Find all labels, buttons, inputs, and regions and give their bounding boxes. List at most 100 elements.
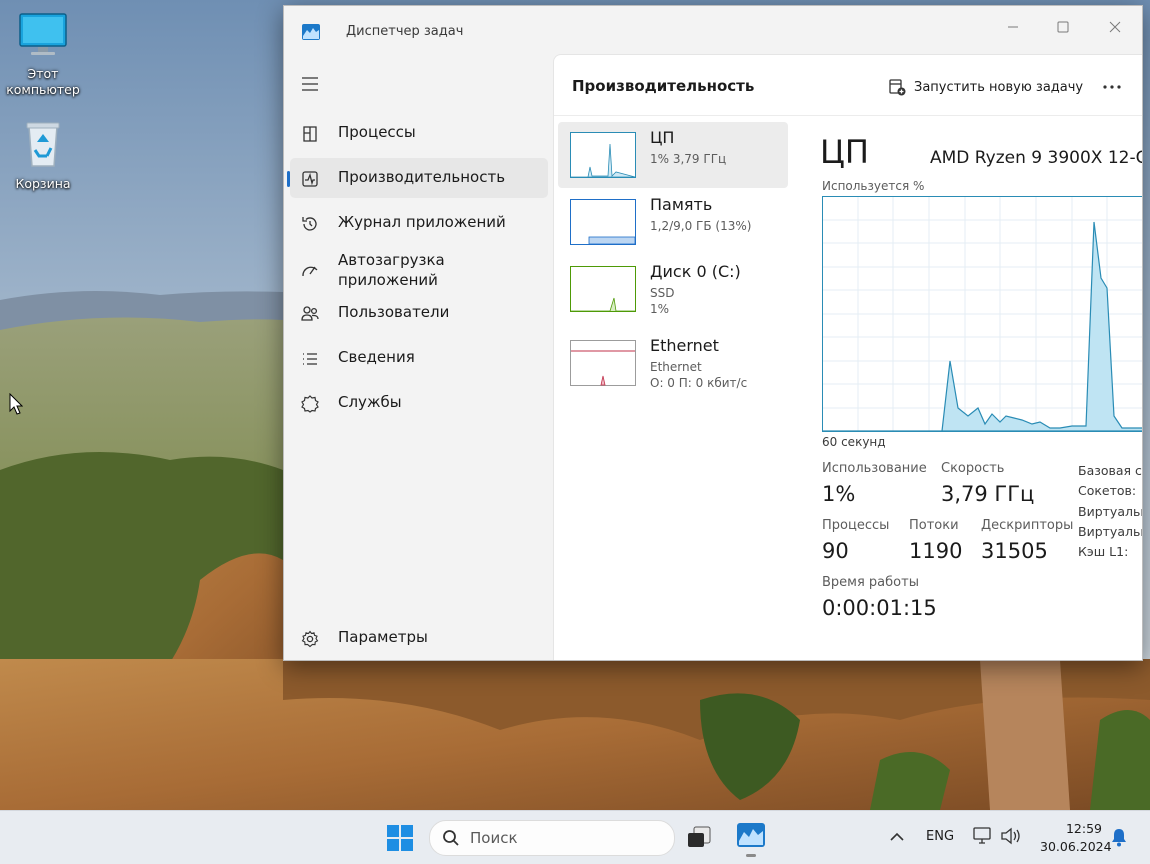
cpu-info-label: Базовая ск — [1078, 463, 1143, 478]
sidebar-item-startup[interactable]: Автозагрузка приложений — [290, 250, 548, 290]
taskbar-search-box[interactable]: Поиск — [429, 820, 675, 856]
sidebar-item-details[interactable]: Сведения — [290, 338, 548, 378]
recycle-bin-icon — [5, 120, 81, 172]
stat-handles-value: 31505 — [981, 539, 1048, 563]
sidebar-item-users[interactable]: Пользователи — [290, 293, 548, 333]
hamburger-icon — [302, 77, 318, 91]
cpu-info-label: Виртуальн — [1078, 524, 1143, 539]
stat-usage-value: 1% — [822, 482, 856, 506]
task-manager-app-icon — [302, 24, 320, 44]
services-icon — [301, 395, 319, 413]
minimize-button[interactable] — [990, 12, 1036, 42]
maximize-icon — [1057, 21, 1069, 33]
active-indicator — [287, 171, 290, 187]
history-icon — [302, 217, 317, 231]
title-bar[interactable]: Диспетчер задач — [284, 6, 1142, 54]
cpu-info-label: Сокетов: — [1078, 483, 1137, 498]
stat-speed-value: 3,79 ГГц — [941, 482, 1035, 506]
resource-sub: 1,2/9,0 ГБ (13%) — [650, 219, 752, 233]
cpu-info-label: Виртуальн — [1078, 504, 1143, 519]
close-button[interactable] — [1092, 12, 1138, 42]
sidebar-item-label: Производительность — [338, 168, 506, 186]
sidebar-item-app-history[interactable]: Журнал приложений — [290, 203, 548, 243]
resource-sub: О: 0 П: 0 кбит/с — [650, 376, 748, 390]
cpu-detail: ЦП AMD Ryzen 9 3900X 12-Co Используется … — [820, 115, 1143, 660]
stat-usage-label: Использование — [822, 461, 927, 476]
sidebar-item-performance[interactable]: Производительность — [287, 158, 548, 198]
settings-gear-icon — [301, 630, 319, 648]
close-icon — [1109, 21, 1121, 33]
memory-mini-graph — [570, 199, 636, 245]
desktop-icon-label: Этот компьютер — [6, 66, 80, 97]
stat-threads-value: 1190 — [909, 539, 963, 563]
graph-y-label: Используется % — [822, 179, 925, 193]
run-new-task-button[interactable]: Запустить новую задачу — [888, 75, 1083, 99]
stat-uptime-value: 0:00:01:15 — [822, 596, 937, 620]
cpu-info-label: Кэш L1: — [1078, 544, 1129, 559]
more-options-button[interactable] — [1100, 77, 1124, 97]
users-icon — [301, 306, 319, 321]
stat-handles-label: Дескрипторы — [981, 518, 1074, 533]
sidebar-item-label: Автозагрузка приложений — [338, 251, 445, 289]
chevron-up-icon — [890, 832, 904, 841]
stat-threads-label: Потоки — [909, 518, 959, 533]
window-title: Диспетчер задач — [346, 24, 464, 39]
input-language[interactable]: ENG — [926, 829, 954, 844]
running-indicator — [746, 854, 756, 857]
desktop-icon-label: Корзина — [15, 176, 71, 191]
resource-sub: 1% — [650, 302, 670, 316]
task-manager-window: Диспетчер задач Процессы Производительно… — [283, 5, 1143, 661]
taskbar: Поиск ENG 12:59 30.06.2024 — [0, 810, 1150, 864]
processes-icon — [303, 126, 317, 142]
start-button[interactable] — [387, 825, 413, 855]
task-manager-icon — [737, 823, 765, 847]
resource-sub: SSD — [650, 286, 675, 300]
desktop-icon-recycle-bin[interactable]: Корзина — [5, 120, 81, 192]
clock-time: 12:59 — [1065, 821, 1102, 836]
resource-item-disk[interactable]: Диск 0 (C:) SSD 1% — [558, 256, 788, 322]
stat-processes-label: Процессы — [822, 518, 890, 533]
resource-name: ЦП — [650, 128, 675, 147]
ethernet-mini-graph — [570, 340, 636, 386]
sidebar-nav: Процессы Производительность Журнал прило… — [284, 54, 552, 660]
search-placeholder: Поиск — [470, 829, 518, 847]
this-pc-icon — [5, 12, 81, 62]
resource-item-ethernet[interactable]: Ethernet Ethernet О: 0 П: 0 кбит/с — [558, 330, 788, 396]
search-icon — [443, 830, 459, 846]
resource-sub: 1% 3,79 ГГц — [650, 152, 727, 166]
sidebar-item-label: Журнал приложений — [338, 213, 506, 231]
sidebar-item-services[interactable]: Службы — [290, 383, 548, 423]
sidebar-item-label: Параметры — [338, 628, 428, 646]
maximize-button[interactable] — [1040, 12, 1086, 42]
disk-mini-graph — [570, 266, 636, 312]
sidebar-item-label: Пользователи — [338, 303, 450, 321]
more-dots-icon — [1103, 85, 1121, 89]
resource-item-cpu[interactable]: ЦП 1% 3,79 ГГц — [558, 122, 788, 188]
network-icon[interactable] — [972, 826, 992, 850]
clock-date: 30.06.2024 — [1040, 839, 1112, 854]
resource-name: Ethernet — [650, 336, 719, 355]
run-task-label: Запустить новую задачу — [914, 79, 1084, 95]
volume-icon[interactable] — [1000, 827, 1022, 849]
windows-logo-icon — [387, 825, 413, 851]
cpu-model-name: AMD Ryzen 9 3900X 12-Co — [930, 148, 1143, 168]
show-hidden-icons-button[interactable] — [889, 829, 905, 848]
sidebar-item-label: Службы — [338, 393, 402, 411]
detail-heading: ЦП — [820, 133, 869, 171]
hamburger-menu-button[interactable] — [300, 74, 322, 94]
details-icon — [303, 353, 317, 365]
panel-header: Производительность Запустить новую задач… — [554, 55, 1142, 116]
page-title: Производительность — [572, 77, 755, 95]
run-task-icon — [889, 79, 906, 96]
task-view-button[interactable] — [686, 825, 712, 853]
sidebar-item-settings[interactable]: Параметры — [290, 618, 548, 658]
resource-item-memory[interactable]: Память 1,2/9,0 ГБ (13%) — [558, 189, 788, 255]
desktop-icon-this-pc[interactable]: Этот компьютер — [5, 12, 81, 98]
stat-processes-value: 90 — [822, 539, 849, 563]
taskbar-task-manager-button[interactable] — [737, 823, 765, 851]
sidebar-item-processes[interactable]: Процессы — [290, 113, 548, 153]
system-clock[interactable]: 12:59 30.06.2024 — [1040, 820, 1112, 856]
notifications-bell-icon[interactable] — [1110, 827, 1128, 851]
sidebar-item-label: Сведения — [338, 348, 415, 366]
performance-panel: Производительность Запустить новую задач… — [553, 54, 1143, 660]
